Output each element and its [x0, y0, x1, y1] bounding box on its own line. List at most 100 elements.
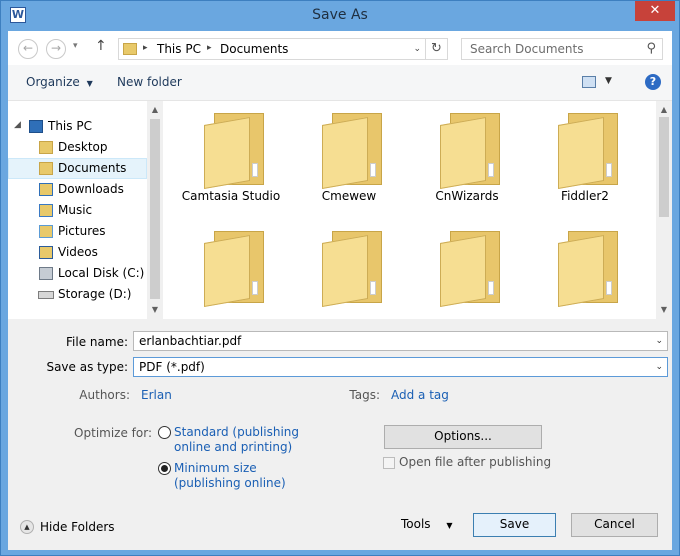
breadcrumb-documents[interactable]: Documents: [220, 42, 288, 56]
chevron-down-icon: ▼: [86, 79, 93, 88]
organize-label: Organize: [26, 75, 80, 89]
tree-item-storage[interactable]: Storage (D:): [8, 284, 147, 305]
expand-icon[interactable]: ◢: [14, 120, 21, 130]
tree-item-desktop[interactable]: Desktop: [8, 137, 147, 158]
folder-icon: [558, 231, 618, 308]
optimize-minimum-label[interactable]: Minimum size (publishing online): [174, 461, 286, 491]
back-button[interactable]: ←: [18, 39, 38, 59]
navigation-pane[interactable]: ◢ This PC Desktop Documents Downloads Mu…: [8, 101, 163, 319]
breadcrumb-separator[interactable]: ▸: [143, 43, 148, 53]
save-as-dialog: W Save As ✕ ← → ▾ ↑ ▸ This PC ▸ Document…: [0, 0, 680, 556]
navigation-pane-scrollbar[interactable]: ▲ ▼: [147, 101, 163, 319]
scrollbar-thumb[interactable]: [150, 119, 160, 299]
folder-icon: [558, 113, 618, 190]
tree-item-music[interactable]: Music: [8, 200, 147, 221]
desktop-folder-icon: [39, 141, 53, 154]
tools-button[interactable]: Tools ▼: [401, 517, 453, 531]
options-button[interactable]: Options...: [384, 425, 542, 449]
organize-button[interactable]: Organize ▼: [26, 75, 93, 89]
local-disk-icon: [39, 267, 53, 280]
folder-name: Camtasia Studio: [181, 189, 281, 203]
scrollbar-thumb[interactable]: [659, 117, 669, 217]
more-options-dropdown[interactable]: ▼: [605, 76, 612, 86]
chevron-down-icon[interactable]: ⌄: [413, 44, 421, 54]
window-title: Save As: [312, 7, 368, 23]
tools-label: Tools: [401, 517, 431, 531]
refresh-button[interactable]: ↻: [425, 39, 447, 59]
tree-label: Music: [58, 203, 93, 217]
scroll-down-icon[interactable]: ▼: [147, 305, 163, 314]
tree-label: This PC: [48, 119, 92, 133]
forward-button[interactable]: →: [46, 39, 66, 59]
address-bar[interactable]: ▸ This PC ▸ Documents ⌄ ↻: [118, 38, 448, 60]
tree-item-videos[interactable]: Videos: [8, 242, 147, 263]
folder-item[interactable]: [294, 225, 404, 319]
file-list[interactable]: Camtasia Studio Cmewew CnWizards Fiddler…: [166, 101, 656, 319]
authors-field[interactable]: Erlan: [141, 388, 172, 402]
optimize-label: Optimize for:: [74, 426, 152, 440]
save-type-label: Save as type:: [46, 360, 128, 374]
folder-item[interactable]: Camtasia Studio: [176, 107, 286, 207]
folder-item[interactable]: Cmewew: [294, 107, 404, 207]
up-button[interactable]: ↑: [95, 38, 107, 54]
folder-item[interactable]: [176, 225, 286, 319]
chevron-down-icon[interactable]: ⌄: [655, 362, 663, 372]
folder-icon: [123, 43, 137, 55]
folder-name: Cmewew: [321, 189, 377, 203]
navigation-bar: ← → ▾ ↑ ▸ This PC ▸ Documents ⌄ ↻ Search…: [8, 31, 672, 65]
search-icon[interactable]: ⚲: [646, 41, 656, 56]
open-after-publishing-label: Open file after publishing: [399, 455, 552, 469]
authors-label: Authors:: [79, 388, 130, 402]
open-after-publishing-checkbox[interactable]: [383, 457, 395, 469]
scroll-down-icon[interactable]: ▼: [656, 305, 672, 314]
search-input[interactable]: Search Documents ⚲: [461, 38, 663, 60]
optimize-standard-label[interactable]: Standard (publishing online and printing): [174, 425, 299, 455]
tree-label: Documents: [58, 161, 127, 175]
folder-icon: [440, 113, 500, 190]
chevron-up-icon[interactable]: ▲: [20, 520, 34, 534]
file-name-label: File name:: [66, 335, 128, 349]
save-form: File name: erlanbachtiar.pdf ⌄ Save as t…: [8, 319, 672, 550]
folder-item[interactable]: CnWizards: [412, 107, 522, 207]
breadcrumb-separator[interactable]: ▸: [207, 43, 212, 53]
dialog-content: ← → ▾ ↑ ▸ This PC ▸ Documents ⌄ ↻ Search…: [8, 31, 672, 550]
scroll-up-icon[interactable]: ▲: [656, 105, 672, 114]
title-bar[interactable]: W Save As ✕: [1, 1, 679, 31]
chevron-down-icon[interactable]: ⌄: [655, 336, 663, 346]
folder-item[interactable]: [412, 225, 522, 319]
recent-locations-dropdown[interactable]: ▾: [73, 41, 78, 51]
cancel-button[interactable]: Cancel: [571, 513, 658, 537]
optimize-minimum-radio[interactable]: [158, 462, 171, 475]
folder-item[interactable]: [530, 225, 640, 319]
tree-item-downloads[interactable]: Downloads: [8, 179, 147, 200]
folder-icon: [322, 113, 382, 190]
videos-folder-icon: [39, 246, 53, 259]
tree-item-pictures[interactable]: Pictures: [8, 221, 147, 242]
tree-item-local-disk[interactable]: Local Disk (C:): [8, 263, 147, 284]
computer-icon: [29, 120, 43, 133]
help-icon[interactable]: ?: [645, 74, 661, 90]
file-list-scrollbar[interactable]: ▲ ▼: [656, 101, 672, 319]
hide-folders-button[interactable]: Hide Folders: [40, 520, 115, 534]
file-name-field[interactable]: erlanbachtiar.pdf ⌄: [133, 331, 668, 351]
tags-field[interactable]: Add a tag: [391, 388, 449, 402]
drive-icon: [38, 291, 54, 299]
tree-label: Videos: [58, 245, 98, 259]
folder-icon: [440, 231, 500, 308]
new-folder-button[interactable]: New folder: [117, 75, 182, 89]
breadcrumb-this-pc[interactable]: This PC: [157, 42, 201, 56]
chevron-down-icon: ▼: [446, 521, 453, 530]
change-view-icon[interactable]: [582, 76, 596, 88]
folder-icon: [204, 231, 264, 308]
tree-item-this-pc[interactable]: ◢ This PC: [8, 116, 147, 137]
folder-item[interactable]: Fiddler2: [530, 107, 640, 207]
optimize-standard-radio[interactable]: [158, 426, 171, 439]
folder-name: Fiddler2: [561, 189, 609, 203]
tree-label: Local Disk (C:): [58, 266, 145, 280]
scroll-up-icon[interactable]: ▲: [147, 105, 163, 114]
close-button[interactable]: ✕: [635, 1, 675, 21]
browser-area: ◢ This PC Desktop Documents Downloads Mu…: [8, 101, 672, 319]
save-button[interactable]: Save: [473, 513, 556, 537]
tree-item-documents[interactable]: Documents: [8, 158, 147, 179]
save-type-select[interactable]: PDF (*.pdf) ⌄: [133, 357, 668, 377]
